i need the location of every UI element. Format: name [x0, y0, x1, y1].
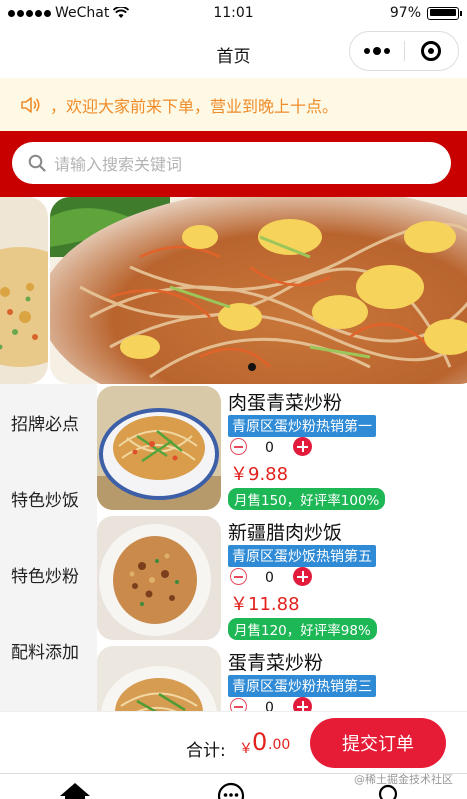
product-item[interactable]: 肉蛋青菜炒粉 青原区蛋炒粉热销第一 0 ￥9.88 月售150，好评率100% [97, 384, 467, 514]
increase-button[interactable] [293, 567, 312, 586]
category-label: 配料添加 [11, 642, 79, 663]
product-price: ￥11.88 [230, 594, 300, 615]
category-label: 招牌必点 [11, 414, 79, 435]
close-icon[interactable] [404, 41, 458, 61]
search-icon [28, 154, 46, 172]
tab-messages[interactable] [217, 780, 245, 799]
battery-percent: 97% [389, 5, 421, 21]
product-name: 新疆腊肉炒饭 [228, 522, 343, 544]
banner-slide-active[interactable] [50, 197, 467, 384]
product-price: ￥9.88 [230, 464, 289, 485]
banner-slide-previous[interactable] [0, 197, 48, 384]
category-item[interactable]: 特色炒粉 [0, 536, 97, 612]
product-name: 肉蛋青菜炒粉 [228, 392, 343, 414]
home-icon [60, 783, 90, 799]
search-input[interactable]: 请输入搜索关键词 [12, 142, 451, 184]
search-placeholder: 请输入搜索关键词 [54, 155, 183, 174]
product-item[interactable]: 蛋青菜炒粉 青原区蛋炒粉热销第三 0 [97, 644, 467, 711]
tab-home[interactable] [58, 780, 92, 799]
quantity-value: 0 [265, 700, 274, 711]
product-rank-badge: 青原区蛋炒饭热销第五 [228, 545, 376, 567]
more-icon[interactable] [350, 46, 404, 55]
category-item[interactable]: 招牌必点 [0, 384, 97, 460]
battery-icon [427, 6, 462, 20]
product-list[interactable]: 肉蛋青菜炒粉 青原区蛋炒粉热销第一 0 ￥9.88 月售150，好评率100% … [97, 384, 467, 711]
category-label: 特色炒饭 [11, 490, 79, 511]
total-amount: 0 [252, 728, 268, 756]
decrease-button[interactable] [230, 698, 247, 711]
increase-button[interactable] [293, 697, 312, 711]
notice-bar: ，欢迎大家前来下单，营业到晚上十点。 [0, 78, 467, 131]
product-rank-badge: 青原区蛋炒粉热销第一 [228, 415, 376, 437]
category-label: 特色炒粉 [11, 566, 79, 587]
product-image[interactable] [97, 516, 221, 640]
total-currency: ￥ [239, 741, 253, 757]
banner-carousel[interactable] [0, 197, 467, 384]
chat-icon [217, 782, 245, 799]
product-rank-badge: 青原区蛋炒粉热销第三 [228, 675, 376, 697]
nav-bar: 首页 [0, 28, 467, 78]
total-label: 合计: [186, 741, 226, 761]
quantity-value: 0 [265, 570, 274, 586]
sales-badge: 月售150，好评率100% [228, 488, 386, 510]
sales-badge: 月售120，好评率98% [228, 618, 377, 640]
cart-bar: 合计: ￥ 0 .00 提交订单 [0, 711, 467, 773]
product-name: 蛋青菜炒粉 [228, 652, 324, 674]
watermark-text: @稀土掘金技术社区 [354, 773, 453, 786]
speaker-icon [21, 96, 40, 113]
mini-program-capsule [349, 31, 459, 71]
banner-indicator [248, 363, 256, 371]
increase-button[interactable] [293, 437, 312, 456]
decrease-button[interactable] [230, 568, 247, 585]
category-item[interactable]: 特色炒饭 [0, 460, 97, 536]
search-area: 请输入搜索关键词 [0, 131, 467, 197]
product-image[interactable] [97, 646, 221, 711]
battery-info: 97% [389, 5, 462, 21]
quantity-value: 0 [265, 440, 274, 456]
product-image[interactable] [97, 386, 221, 510]
notice-text: ，欢迎大家前来下单，营业到晚上十点。 [50, 96, 339, 116]
submit-order-button[interactable]: 提交订单 [310, 718, 446, 768]
product-item[interactable]: 新疆腊肉炒饭 青原区蛋炒饭热销第五 0 ￥11.88 月售120，好评率98% [97, 514, 467, 644]
category-sidebar: 招牌必点 特色炒饭 特色炒粉 配料添加 [0, 384, 97, 711]
status-bar: WeChat 11:01 97% [0, 0, 467, 28]
category-item[interactable]: 配料添加 [0, 612, 97, 688]
decrease-button[interactable] [230, 438, 247, 455]
total-decimal: .00 [268, 737, 291, 753]
